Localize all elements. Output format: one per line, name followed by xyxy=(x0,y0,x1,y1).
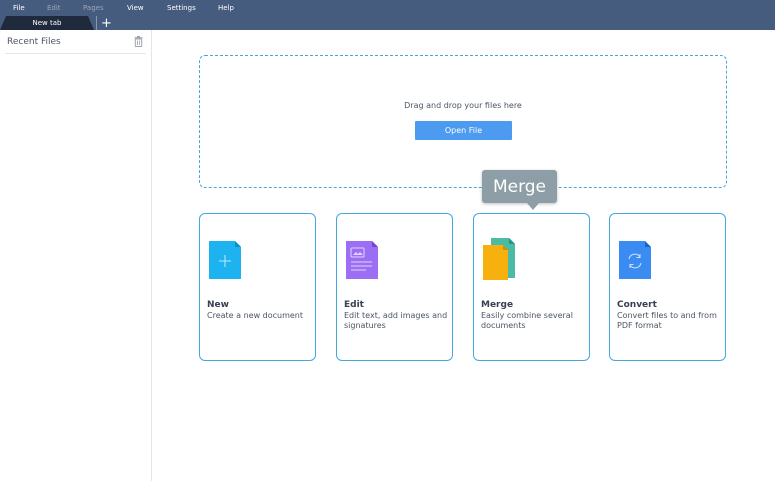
card-description: Convert files to and from PDF format xyxy=(617,311,717,330)
card-convert[interactable]: Convert Convert files to and from PDF fo… xyxy=(609,213,726,361)
menu-edit[interactable]: Edit xyxy=(47,4,61,12)
menu-view[interactable]: View xyxy=(127,4,144,12)
menu-bar: File Edit Pages View Settings Help xyxy=(0,0,775,16)
drop-zone[interactable]: Drag and drop your files here Open File xyxy=(199,55,727,188)
card-new[interactable]: New Create a new document xyxy=(199,213,316,361)
card-description: Create a new document xyxy=(207,311,304,320)
card-title: Edit xyxy=(344,300,364,310)
card-title: Merge xyxy=(481,300,514,310)
merge-tooltip: Merge xyxy=(482,170,557,203)
open-file-button[interactable]: Open File xyxy=(415,121,512,140)
card-merge[interactable]: Merge Easily combine several documents xyxy=(473,213,590,361)
drop-zone-text: Drag and drop your files here xyxy=(404,101,522,110)
card-title: Convert xyxy=(617,300,657,310)
convert-file-icon xyxy=(619,241,651,279)
menu-settings[interactable]: Settings xyxy=(167,4,196,12)
card-title: New xyxy=(207,300,229,310)
trash-icon[interactable] xyxy=(134,36,143,47)
menu-help[interactable]: Help xyxy=(218,4,234,12)
card-edit[interactable]: Edit Edit text, add images and signature… xyxy=(336,213,453,361)
merge-files-icon xyxy=(483,238,515,280)
add-tab-button[interactable]: + xyxy=(96,16,116,31)
tab-new[interactable]: New tab xyxy=(0,16,94,30)
card-description: Easily combine several documents xyxy=(481,311,573,330)
new-file-icon xyxy=(209,241,241,279)
tab-bar: New tab + xyxy=(0,16,775,31)
tooltip-arrow xyxy=(527,203,539,210)
edit-file-icon xyxy=(346,241,378,279)
recent-files-header: Recent Files xyxy=(5,36,146,54)
menu-file[interactable]: File xyxy=(13,4,25,12)
recent-files-title: Recent Files xyxy=(7,37,61,47)
sidebar: Recent Files xyxy=(0,30,152,481)
menu-pages[interactable]: Pages xyxy=(83,4,104,12)
card-description: Edit text, add images and signatures xyxy=(344,311,448,330)
